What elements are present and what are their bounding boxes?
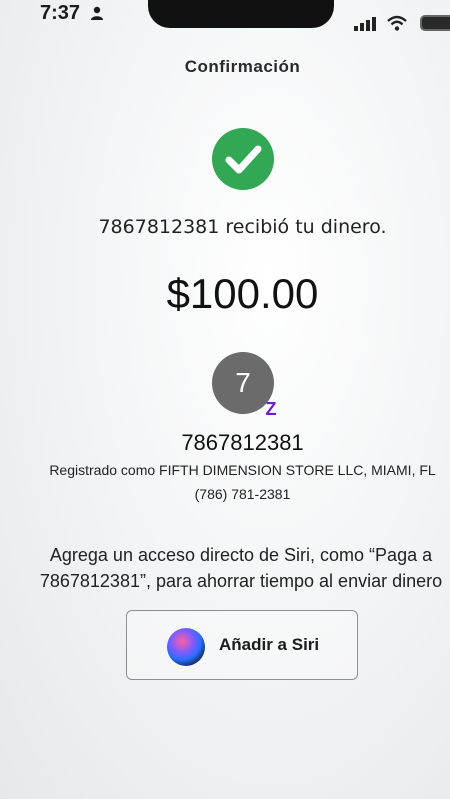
- add-to-siri-button[interactable]: Añadir a Siri: [126, 610, 358, 680]
- wifi-icon: [387, 15, 407, 31]
- zelle-icon: Z: [265, 399, 277, 419]
- recipient-phone: (786) 781-2381: [194, 486, 291, 502]
- recipient-registered: Registrado como FIFTH DIMENSION STORE LL…: [49, 462, 436, 478]
- confirmation-message: 7867812381 recibió tu dinero.: [98, 216, 387, 238]
- siri-icon: [167, 628, 205, 666]
- signal-icon: [354, 17, 376, 31]
- siri-description: Agrega un acceso directo de Siri, como “…: [16, 542, 450, 594]
- camera-notch: [148, 0, 334, 28]
- siri-description-line: 7867812381”, para ahorrar tiempo al envi…: [39, 571, 443, 591]
- confirmation-screen: 7:37 Confirmación 7867812381 recibió tu …: [0, 0, 450, 799]
- battery-icon: [420, 15, 450, 31]
- page-title: Confirmación: [184, 57, 301, 76]
- status-time: 7:37: [40, 2, 81, 24]
- amount: $100.00: [166, 270, 319, 317]
- status-bar: 7:37: [0, 0, 450, 36]
- add-to-siri-label: Añadir a Siri: [219, 635, 320, 654]
- check-icon: [212, 128, 274, 190]
- person-icon: [91, 6, 103, 20]
- recipient-name: 7867812381: [181, 430, 304, 455]
- siri-description-line: Agrega un acceso directo de Siri, como “…: [49, 545, 433, 565]
